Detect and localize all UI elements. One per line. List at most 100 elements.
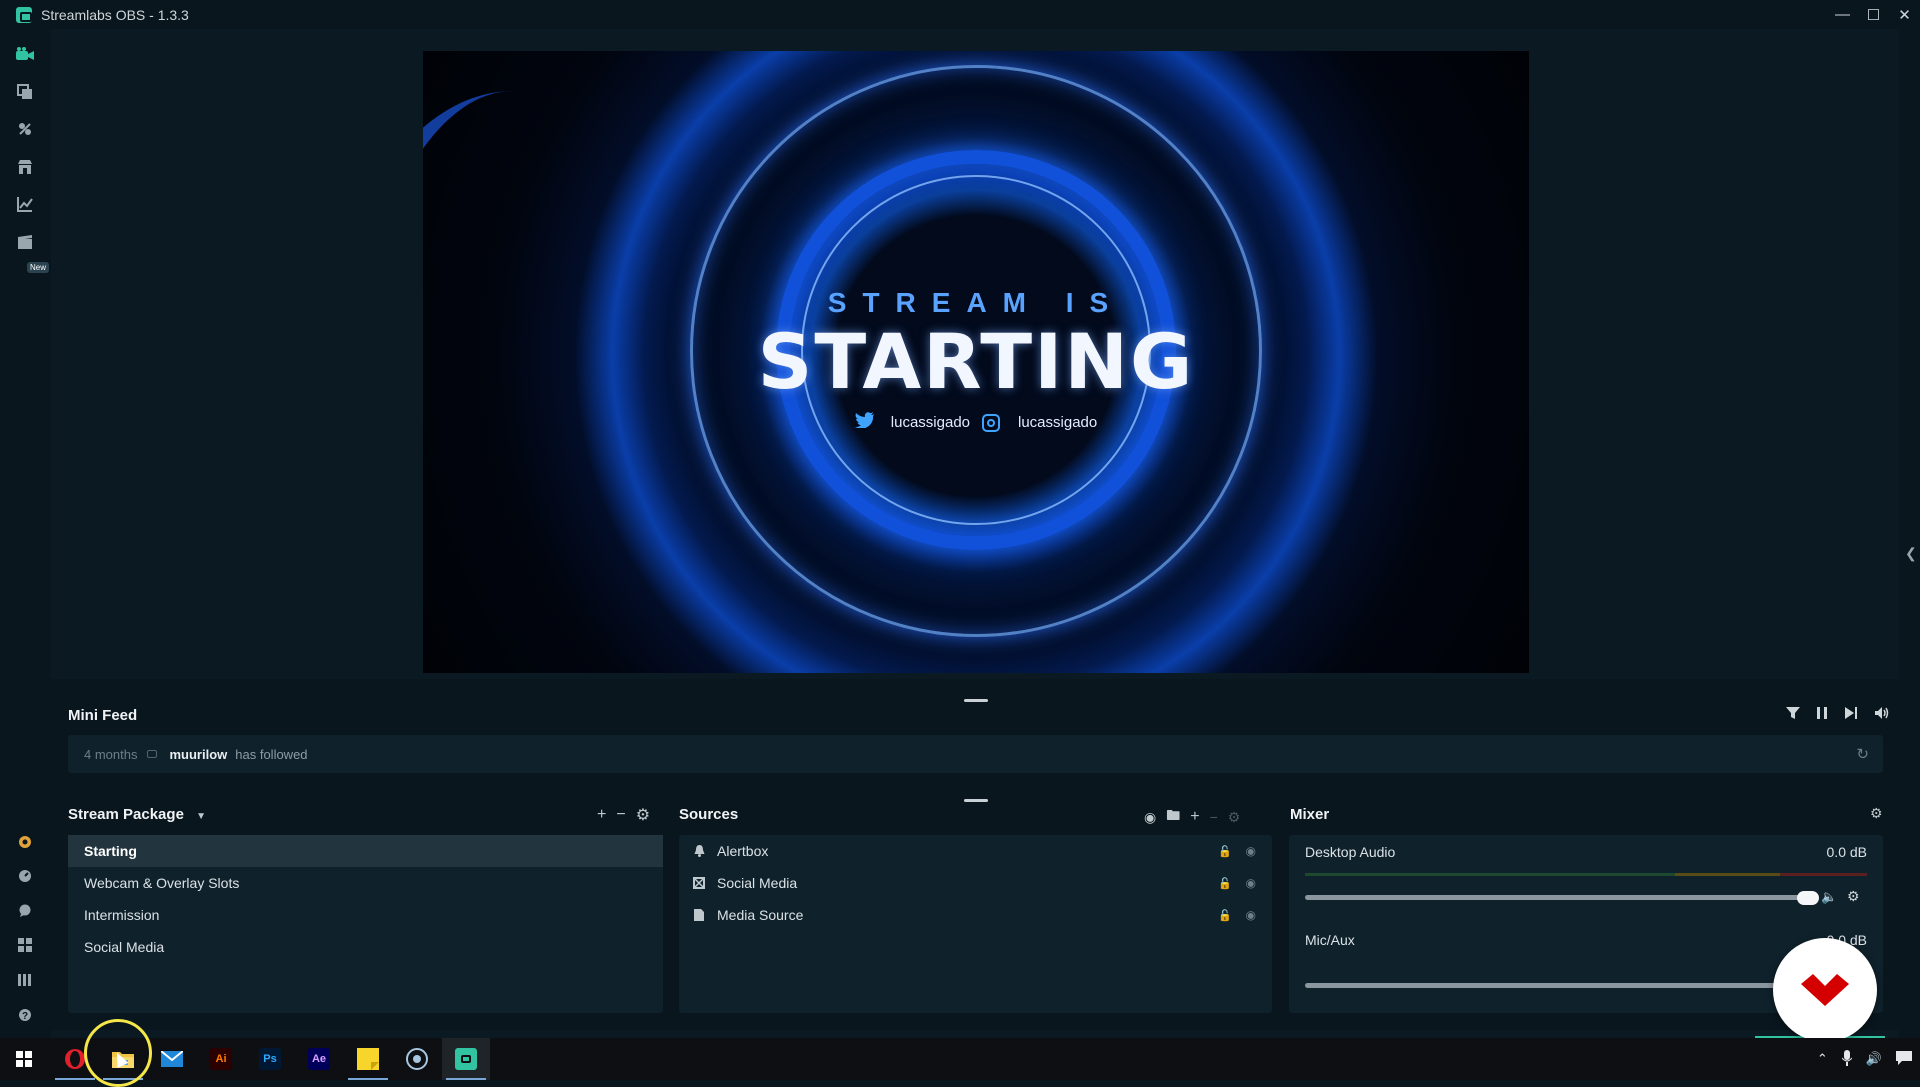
app-store-icon[interactable] xyxy=(14,118,36,140)
obs-icon[interactable] xyxy=(393,1038,441,1080)
window-controls: — ☐ ✕ xyxy=(1827,0,1920,29)
chevron-left-icon[interactable]: ❮ xyxy=(1905,545,1917,562)
feed-event-row: 4 months muurilow has followed ↻ xyxy=(68,735,1883,773)
scene-collection-name: Stream Package xyxy=(68,806,184,823)
pause-icon[interactable] xyxy=(1816,706,1828,723)
volume-slider-knob[interactable] xyxy=(1797,891,1819,905)
lock-icon[interactable]: 🔓 xyxy=(1218,877,1232,890)
scene-item-intermission[interactable]: Intermission xyxy=(68,899,663,931)
chevron-up-icon[interactable]: ⌃ xyxy=(1817,1051,1828,1067)
microphone-icon[interactable] xyxy=(1841,1049,1853,1069)
lock-icon[interactable]: 🔓 xyxy=(1218,909,1232,922)
photoshop-icon[interactable]: Ps xyxy=(246,1038,294,1080)
highlighter-icon[interactable] xyxy=(14,231,36,253)
volume-slider[interactable] xyxy=(1305,983,1807,988)
scene-item-social-media[interactable]: Social Media xyxy=(68,931,663,963)
scene-collection-selector[interactable]: Stream Package ▼ xyxy=(68,806,206,823)
maximize-button[interactable]: ☐ xyxy=(1858,0,1889,29)
instagram-icon xyxy=(982,413,1000,432)
resize-handle[interactable] xyxy=(964,799,988,802)
filter-icon[interactable] xyxy=(1786,706,1800,723)
chat-icon[interactable] xyxy=(14,900,36,922)
bell-icon xyxy=(693,845,705,857)
gear-icon[interactable]: ⚙ xyxy=(1847,888,1860,905)
notification-icon[interactable] xyxy=(1896,1050,1912,1068)
sources-title: Sources xyxy=(679,806,739,823)
left-nav-rail: New ? xyxy=(0,29,51,1038)
feed-event-time: 4 months xyxy=(84,746,138,762)
source-item-media-source[interactable]: Media Source 🔓 ◉ xyxy=(679,899,1272,931)
lock-icon[interactable]: 🔓 xyxy=(1218,845,1232,858)
widget-icon xyxy=(693,877,705,889)
dashboard-chart-icon[interactable] xyxy=(14,193,36,215)
layout-editor-icon[interactable] xyxy=(14,934,36,956)
channel-name: Desktop Audio xyxy=(1305,844,1396,860)
remove-scene-icon[interactable]: − xyxy=(616,806,625,824)
speaker-icon[interactable]: 🔊 xyxy=(1866,1051,1882,1067)
svg-text:?: ? xyxy=(22,1011,28,1022)
after-effects-icon[interactable]: Ae xyxy=(295,1038,343,1080)
illustrator-icon[interactable]: Ai xyxy=(197,1038,245,1080)
title-bar: Streamlabs OBS - 1.3.3 — ☐ ✕ xyxy=(0,0,1920,29)
bars-icon[interactable] xyxy=(14,969,36,991)
channel-name: Mic/Aux xyxy=(1305,932,1355,948)
scenes-toolbar: + − ⚙ xyxy=(597,805,650,825)
source-settings-icon[interactable]: ⚙ xyxy=(1228,809,1241,826)
footer-bar xyxy=(51,1030,1899,1038)
new-badge: New xyxy=(27,262,50,273)
windows-taskbar: Ai Ps Ae ⌃ 🔊 xyxy=(0,1038,1920,1080)
help-icon[interactable]: ? xyxy=(14,1004,36,1026)
file-icon xyxy=(693,909,705,921)
repeat-alert-icon[interactable]: ↻ xyxy=(1856,745,1869,763)
close-button[interactable]: ✕ xyxy=(1889,0,1920,29)
volume-icon[interactable] xyxy=(1874,706,1890,723)
mail-icon[interactable] xyxy=(148,1038,196,1080)
minimize-button[interactable]: — xyxy=(1827,0,1858,29)
feed-event-action: has followed xyxy=(235,746,308,762)
streamlabs-obs-icon[interactable] xyxy=(442,1038,490,1080)
sticky-notes-icon[interactable] xyxy=(344,1038,392,1080)
add-folder-icon[interactable]: 🖿 xyxy=(1166,805,1180,829)
overlay-logo xyxy=(1773,938,1877,1042)
mixer-title: Mixer xyxy=(1290,806,1330,823)
window-title: Streamlabs OBS - 1.3.3 xyxy=(41,6,189,23)
windows-start-icon[interactable] xyxy=(0,1038,48,1080)
selective-recording-icon[interactable]: ◉ xyxy=(1144,809,1156,826)
scenes-list: Starting Webcam & Overlay Slots Intermis… xyxy=(68,835,663,1013)
studio-mode-icon[interactable] xyxy=(14,43,36,65)
scene-item-webcam-overlay-slots[interactable]: Webcam & Overlay Slots xyxy=(68,867,663,899)
source-name: Social Media xyxy=(717,875,798,891)
source-name: Media Source xyxy=(717,907,804,923)
source-name: Alertbox xyxy=(717,843,769,859)
stream-is-text: STREAM IS xyxy=(827,287,1125,318)
system-tray: ⌃ 🔊 xyxy=(1817,1038,1912,1080)
mixer-settings-icon[interactable]: ⚙ xyxy=(1870,805,1883,822)
add-source-icon[interactable]: + xyxy=(1190,808,1199,826)
scene-settings-icon[interactable]: ⚙ xyxy=(636,805,650,825)
stream-preview[interactable]: STREAM IS STARTING lucassigado lucassiga… xyxy=(423,51,1529,673)
sources-list: Alertbox 🔓 ◉ Social Media 🔓 ◉ Media Sour… xyxy=(679,835,1272,1013)
visibility-eye-icon[interactable]: ◉ xyxy=(1246,908,1256,922)
themes-icon[interactable] xyxy=(14,81,36,103)
volume-slider[interactable] xyxy=(1305,895,1807,900)
prime-icon[interactable] xyxy=(14,831,36,853)
instagram-handle: lucassigado xyxy=(1018,414,1098,431)
skip-icon[interactable] xyxy=(1844,706,1858,723)
add-scene-icon[interactable]: + xyxy=(597,806,606,824)
speaker-icon[interactable]: 🔈 xyxy=(1821,889,1837,905)
visibility-eye-icon[interactable]: ◉ xyxy=(1246,844,1256,858)
streamlabs-logo-icon xyxy=(16,6,32,23)
store-icon[interactable] xyxy=(14,156,36,178)
mini-feed-toolbar xyxy=(1786,706,1890,723)
source-item-alertbox[interactable]: Alertbox 🔓 ◉ xyxy=(679,835,1272,867)
source-item-social-media[interactable]: Social Media 🔓 ◉ xyxy=(679,867,1272,899)
starting-text: STARTING xyxy=(757,317,1195,406)
dashboard-gauge-icon[interactable] xyxy=(14,865,36,887)
twitter-handle: lucassigado xyxy=(890,414,970,431)
scene-item-starting[interactable]: Starting xyxy=(68,835,663,867)
remove-source-icon[interactable]: − xyxy=(1210,809,1218,825)
twitter-icon xyxy=(854,412,875,433)
feed-event-user[interactable]: muurilow xyxy=(169,747,227,762)
resize-handle[interactable] xyxy=(964,699,988,702)
visibility-eye-icon[interactable]: ◉ xyxy=(1246,876,1256,890)
